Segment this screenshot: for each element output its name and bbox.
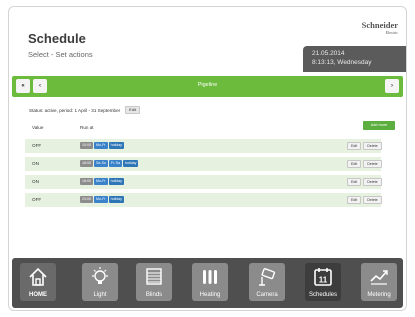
- row-run-at: 23:00 Mo-Fr holiday: [80, 196, 124, 203]
- day-range-chip: Mo-Fr: [94, 178, 108, 185]
- row-delete-button[interactable]: Delete: [363, 142, 382, 150]
- brand-logo: Schneider Electric: [361, 20, 398, 35]
- table-row: OFF 23:00 Mo-Fr holiday Edit Delete: [25, 193, 382, 207]
- next-object-button[interactable]: ›: [385, 79, 399, 93]
- row-delete-button[interactable]: Delete: [363, 196, 382, 204]
- dock-blinds-button[interactable]: Blinds: [136, 263, 172, 301]
- row-run-at: 18:00 Mo-Fr holiday: [80, 178, 124, 185]
- table-row: OFF 10:00 Mo-Fr holiday Edit Delete: [25, 139, 382, 153]
- datetime-display: 21.05.2014 8:13:13, Wednesday: [303, 46, 406, 72]
- dock-light-button[interactable]: Light: [82, 263, 118, 301]
- column-header-run-at: Run at: [80, 125, 94, 130]
- row-run-at: 10:00 Mo-Fr holiday: [80, 142, 124, 149]
- time-chip: 18:00: [80, 178, 93, 185]
- row-edit-button[interactable]: Edit: [347, 178, 362, 186]
- blinds-icon: [136, 266, 172, 293]
- page-title: Schedule: [28, 31, 86, 46]
- row-actions: Edit Delete: [347, 196, 382, 204]
- row-run-at: 18:00 Sa-Su Fr-Sa holiday: [80, 160, 139, 167]
- chevron-right-icon: ›: [391, 83, 393, 89]
- page-subtitle: Select - Set actions: [28, 50, 93, 59]
- dock-heating-button[interactable]: Heating: [192, 263, 228, 301]
- dock-schedules-button[interactable]: 11 Schedules: [305, 263, 341, 301]
- time-chip: 10:00: [80, 142, 93, 149]
- schedule-status: Status: active, period: 1 April - 31 Sep…: [29, 106, 141, 114]
- calendar-icon: 11: [305, 266, 341, 293]
- row-edit-button[interactable]: Edit: [347, 160, 362, 168]
- lightbulb-icon: [82, 266, 118, 293]
- edit-period-button[interactable]: Edit: [125, 106, 141, 114]
- day-range-chip: Mo-Fr: [94, 142, 108, 149]
- row-actions: Edit Delete: [347, 142, 382, 150]
- dock-home-button[interactable]: HOME: [20, 263, 56, 301]
- row-edit-button[interactable]: Edit: [347, 196, 362, 204]
- row-value: ON: [32, 161, 39, 166]
- camera-icon: [249, 266, 285, 293]
- column-header-value: Value: [32, 125, 44, 130]
- date-text: 21.05.2014: [312, 50, 345, 57]
- time-chip: 23:00: [80, 196, 93, 203]
- home-icon: [20, 266, 56, 293]
- row-value: ON: [32, 179, 39, 184]
- bottom-dock: HOME Light Blinds Heating Camera 11 Sche…: [12, 258, 403, 308]
- dock-camera-button[interactable]: Camera: [249, 263, 285, 301]
- dock-metering-button[interactable]: Metering: [361, 263, 397, 301]
- day-range-chip: Sa-Su: [94, 160, 108, 167]
- row-actions: Edit Delete: [347, 160, 382, 168]
- row-value: OFF: [32, 143, 42, 148]
- radiator-icon: [192, 266, 228, 293]
- row-delete-button[interactable]: Delete: [363, 178, 382, 186]
- day-range-chip: Mo-Fr: [94, 196, 108, 203]
- holiday-chip: holiday: [108, 178, 124, 185]
- row-actions: Edit Delete: [347, 178, 382, 186]
- calendar-day-number: 11: [319, 276, 328, 285]
- time-chip: 18:00: [80, 160, 93, 167]
- chart-icon: [361, 266, 397, 293]
- row-delete-button[interactable]: Delete: [363, 160, 382, 168]
- table-row: ON 18:00 Mo-Fr holiday Edit Delete: [25, 175, 382, 189]
- row-edit-button[interactable]: Edit: [347, 142, 362, 150]
- time-text: 8:13:13, Wednesday: [312, 59, 372, 66]
- day-range-chip: Fr-Sa: [109, 160, 122, 167]
- holiday-chip: holiday: [122, 160, 139, 167]
- status-text: Status: active, period: 1 April - 31 Sep…: [29, 107, 121, 113]
- holiday-chip: holiday: [108, 196, 124, 203]
- table-row: ON 18:00 Sa-Su Fr-Sa holiday Edit Delete: [25, 157, 382, 171]
- add-action-button[interactable]: Add more: [363, 121, 395, 130]
- holiday-chip: holiday: [108, 142, 124, 149]
- row-value: OFF: [32, 197, 42, 202]
- object-title: Pigeline: [197, 82, 218, 88]
- object-nav-bar: « ‹ Pigeline ›: [12, 76, 403, 97]
